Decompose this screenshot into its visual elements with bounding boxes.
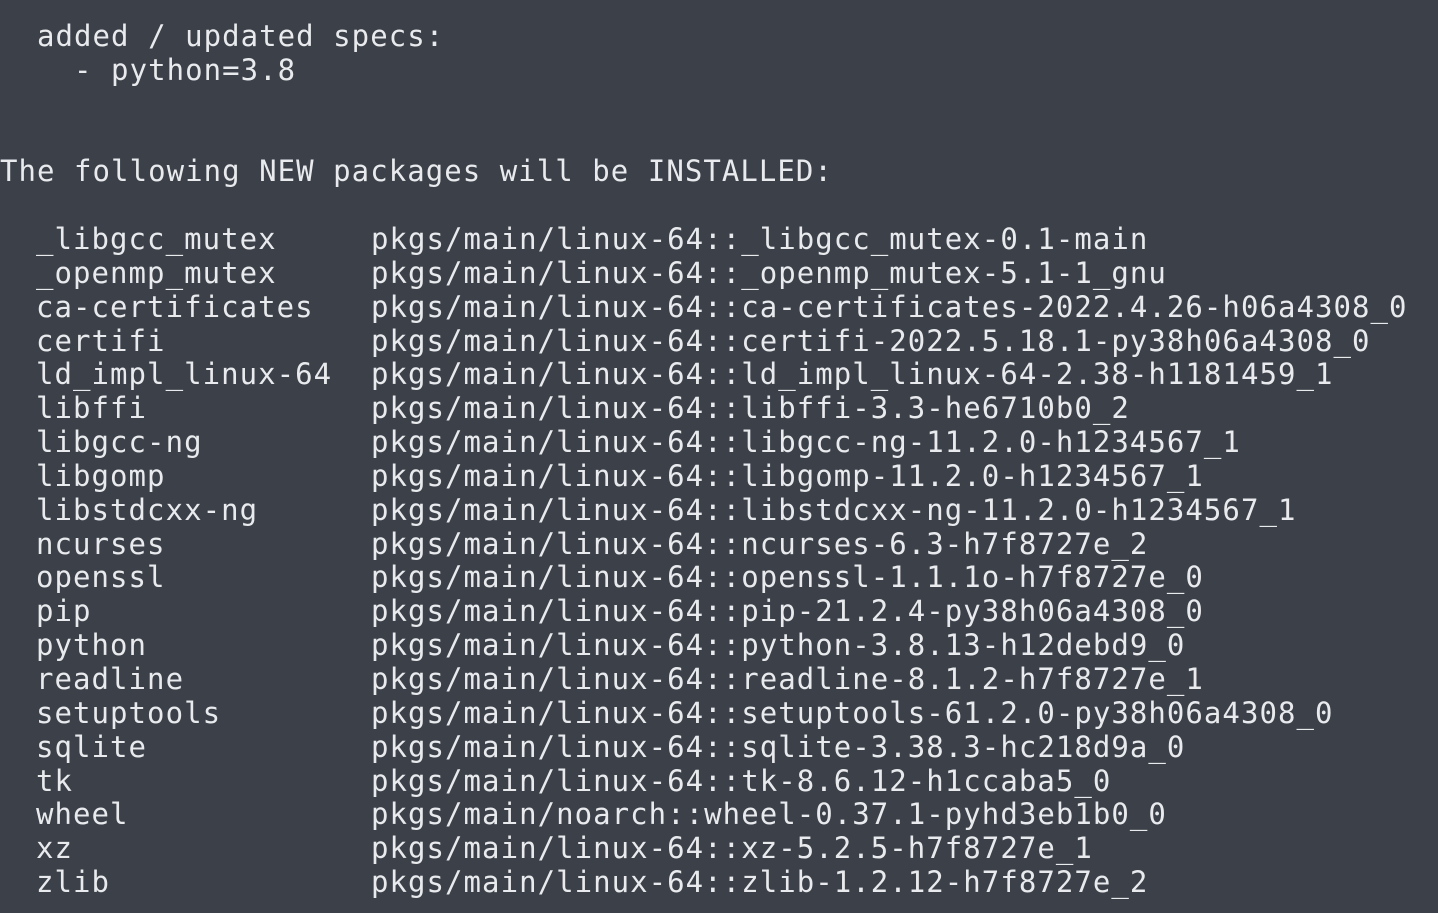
package-row: ncurses pkgs/main/linux-64::ncurses-6.3-h…: [0, 527, 1438, 561]
package-name: zlib: [36, 865, 111, 900]
package-spec: pkgs/main/noarch::wheel-0.37.1-pyhd3eb1b…: [371, 797, 1167, 832]
package-spec: pkgs/main/linux-64::pip-21.2.4-py38h06a4…: [371, 594, 1204, 629]
package-name: tk: [36, 763, 74, 798]
package-name: libstdcxx-ng: [36, 492, 259, 527]
package-name: ld_impl_linux-64: [36, 357, 333, 392]
package-row: libgcc-ng pkgs/main/linux-64::libgcc-ng-1…: [0, 425, 1438, 459]
spec-item: - python=3.8: [0, 53, 297, 87]
package-name: certifi: [36, 323, 166, 358]
package-name: libgomp: [36, 458, 166, 493]
package-name: libffi: [36, 391, 148, 426]
package-spec: pkgs/main/linux-64::_openmp_mutex-5.1-1_…: [371, 255, 1167, 290]
package-row: zlib pkgs/main/linux-64::zlib-1.2.12-h7f8…: [0, 865, 1438, 899]
package-list: _libgcc_mutex pkgs/main/linux-64::_libgcc…: [0, 222, 1438, 899]
package-name: openssl: [36, 560, 166, 595]
spec-header: added / updated specs:: [0, 19, 445, 53]
package-spec: pkgs/main/linux-64::ncurses-6.3-h7f8727e…: [371, 526, 1149, 561]
package-spec: pkgs/main/linux-64::certifi-2022.5.18.1-…: [371, 323, 1371, 358]
package-name: xz: [36, 831, 74, 866]
package-spec: pkgs/main/linux-64::libffi-3.3-he6710b0_…: [371, 391, 1130, 426]
package-spec: pkgs/main/linux-64::ld_impl_linux-64-2.3…: [371, 357, 1334, 392]
package-row: ca-certificates pkgs/main/linux-64::ca-ce…: [0, 290, 1438, 324]
package-spec: pkgs/main/linux-64::openssl-1.1.1o-h7f87…: [371, 560, 1204, 595]
package-row: libgomp pkgs/main/linux-64::libgomp-11.2.…: [0, 459, 1438, 493]
package-row: libstdcxx-ng pkgs/main/linux-64::libstdcx…: [0, 493, 1438, 527]
package-spec: pkgs/main/linux-64::libgomp-11.2.0-h1234…: [371, 458, 1204, 493]
package-row: sqlite pkgs/main/linux-64::sqlite-3.38.3-…: [0, 730, 1438, 764]
package-name: ncurses: [36, 526, 166, 561]
package-spec: pkgs/main/linux-64::xz-5.2.5-h7f8727e_1: [371, 831, 1093, 866]
package-spec: pkgs/main/linux-64::ca-certificates-2022…: [371, 289, 1408, 324]
package-row: _openmp_mutex pkgs/main/linux-64::_openmp…: [0, 256, 1438, 290]
package-spec: pkgs/main/linux-64::zlib-1.2.12-h7f8727e…: [371, 865, 1149, 900]
package-name: _openmp_mutex: [36, 255, 277, 290]
package-spec: pkgs/main/linux-64::libgcc-ng-11.2.0-h12…: [371, 425, 1241, 460]
package-row: openssl pkgs/main/linux-64::openssl-1.1.1…: [0, 560, 1438, 594]
terminal-output: added / updated specs: - python=3.8 The …: [0, 0, 1438, 913]
package-spec: pkgs/main/linux-64::setuptools-61.2.0-py…: [371, 695, 1334, 730]
package-row: certifi pkgs/main/linux-64::certifi-2022.…: [0, 324, 1438, 358]
package-row: python pkgs/main/linux-64::python-3.8.13-…: [0, 628, 1438, 662]
package-row: pip pkgs/main/linux-64::pip-21.2.4-py38h0…: [0, 594, 1438, 628]
package-name: _libgcc_mutex: [36, 222, 277, 256]
package-name: setuptools: [36, 695, 222, 730]
package-name: sqlite: [36, 729, 148, 764]
package-row: tk pkgs/main/linux-64::tk-8.6.12-h1ccaba5…: [0, 764, 1438, 798]
package-name: ca-certificates: [36, 289, 314, 324]
package-spec: pkgs/main/linux-64::tk-8.6.12-h1ccaba5_0: [371, 763, 1112, 798]
package-spec: pkgs/main/linux-64::sqlite-3.38.3-hc218d…: [371, 729, 1186, 764]
package-row: xz pkgs/main/linux-64::xz-5.2.5-h7f8727e_…: [0, 831, 1438, 865]
package-row: ld_impl_linux-64 pkgs/main/linux-64::ld_i…: [0, 357, 1438, 391]
install-header: The following NEW packages will be INSTA…: [0, 154, 833, 188]
package-name: readline: [36, 661, 185, 696]
package-name: libgcc-ng: [36, 425, 203, 460]
package-row: wheel pkgs/main/noarch::wheel-0.37.1-pyhd…: [0, 797, 1438, 831]
package-spec: pkgs/main/linux-64::readline-8.1.2-h7f87…: [371, 661, 1204, 696]
package-name: wheel: [36, 797, 129, 832]
package-name: python: [36, 628, 148, 663]
package-row: readline pkgs/main/linux-64::readline-8.1…: [0, 662, 1438, 696]
package-row: _libgcc_mutex pkgs/main/linux-64::_libgcc…: [0, 222, 1438, 256]
package-spec: pkgs/main/linux-64::libstdcxx-ng-11.2.0-…: [371, 492, 1297, 527]
package-name: pip: [36, 594, 92, 629]
package-row: libffi pkgs/main/linux-64::libffi-3.3-he6…: [0, 391, 1438, 425]
package-row: setuptools pkgs/main/linux-64::setuptools…: [0, 696, 1438, 730]
package-spec: pkgs/main/linux-64::_libgcc_mutex-0.1-ma…: [371, 222, 1149, 256]
package-spec: pkgs/main/linux-64::python-3.8.13-h12deb…: [371, 628, 1186, 663]
